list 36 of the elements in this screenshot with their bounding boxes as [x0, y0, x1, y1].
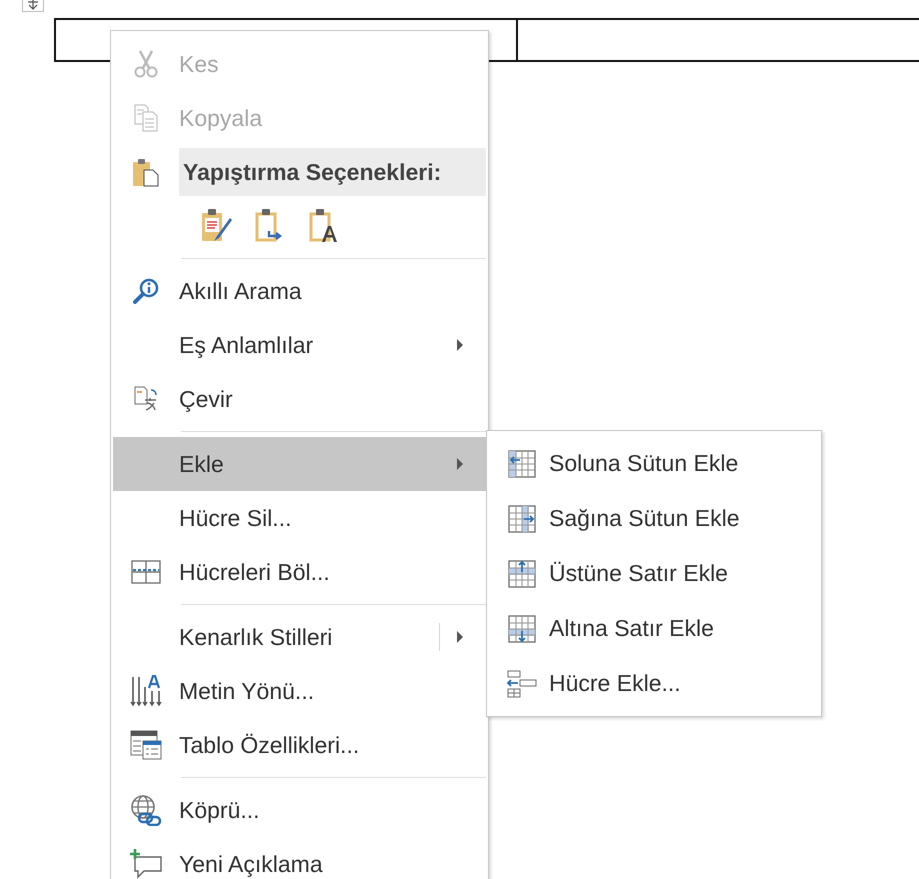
globe-link-icon: [130, 794, 162, 826]
menu-section-header: Yapıştırma Seçenekleri:: [179, 148, 486, 196]
paste-keep-formatting-icon[interactable]: [201, 208, 233, 244]
menu-item[interactable]: Hücre Ekle...: [489, 656, 819, 711]
table-move-handle-icon[interactable]: [22, 0, 44, 12]
insert-column-right-icon: [508, 504, 536, 532]
translate-icon: [133, 386, 159, 412]
menu-item[interactable]: Soluna Sütun Ekle: [489, 436, 819, 491]
menu-item[interactable]: Hücre Sil...: [113, 491, 486, 545]
copy-icon: [134, 104, 158, 132]
scissors-icon: [133, 50, 159, 78]
menu-item[interactable]: Tablo Özellikleri...: [113, 718, 486, 772]
menu-item[interactable]: Altına Satır Ekle: [489, 601, 819, 656]
menu-item[interactable]: Ekle: [113, 437, 486, 491]
menu-item[interactable]: Yeni Açıklama: [113, 837, 486, 879]
menu-item[interactable]: Köprü...: [113, 783, 486, 837]
menu-item[interactable]: Hücreleri Böl...: [113, 545, 486, 599]
search-icon: [133, 278, 159, 304]
submenu-arrow-icon: [456, 631, 464, 643]
menu-item[interactable]: Üstüne Satır Ekle: [489, 546, 819, 601]
submenu-arrow-icon: [456, 339, 464, 351]
clipboard-icon: [133, 157, 159, 187]
menu-item[interactable]: Sağına Sütun Ekle: [489, 491, 819, 546]
insert-column-left-icon: [508, 450, 536, 478]
insert-row-below-icon: [508, 614, 536, 642]
menu-item[interactable]: Eş Anlamlılar: [113, 318, 486, 372]
menu-item[interactable]: Kenarlık Stilleri: [113, 610, 486, 664]
submenu-arrow-icon: [456, 458, 464, 470]
table-icon: [131, 560, 161, 584]
insert-cell-icon: [506, 670, 538, 698]
insert-row-above-icon: [508, 560, 536, 588]
menu-item[interactable]: Akıllı Arama: [113, 264, 486, 318]
menu-item[interactable]: Çevir: [113, 372, 486, 426]
table-properties-icon: [130, 730, 162, 760]
menu-item[interactable]: Metin Yönü...: [113, 664, 486, 718]
text-direction-icon: [130, 675, 162, 707]
